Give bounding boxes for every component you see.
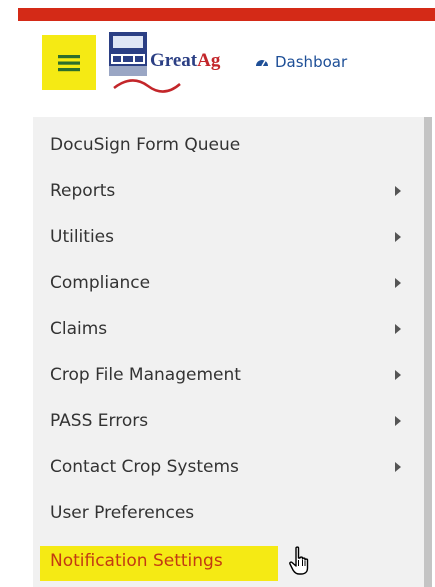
menu-item-utilities[interactable]: Utilities xyxy=(33,214,424,260)
menu-item-user-preferences[interactable]: User Preferences xyxy=(33,490,424,536)
menu-item-label: Notification Settings xyxy=(50,551,223,571)
menu-item-label: User Preferences xyxy=(50,503,195,523)
caret-right-icon xyxy=(395,462,401,472)
menu-item-compliance[interactable]: Compliance xyxy=(33,260,424,306)
caret-right-icon xyxy=(395,232,401,242)
dashboard-gauge-icon xyxy=(256,60,268,67)
menu-toggle-button[interactable] xyxy=(42,35,96,90)
hand-pointer-icon xyxy=(289,546,309,575)
dashboard-label: Dashboar xyxy=(275,53,348,71)
menu-item-label: Compliance xyxy=(50,273,151,293)
menu-item-docusign-form-queue[interactable]: DocuSign Form Queue xyxy=(33,122,424,168)
brand-name: GreatAg xyxy=(150,50,220,72)
menu-item-label: PASS Errors xyxy=(50,411,149,431)
caret-right-icon xyxy=(395,370,401,380)
menu-item-pass-errors[interactable]: PASS Errors xyxy=(33,398,424,444)
caret-right-icon xyxy=(395,324,401,334)
menu-item-label: Contact Crop Systems xyxy=(50,457,239,477)
menu-item-label: Reports xyxy=(50,181,116,201)
dashboard-link[interactable]: Dashboar xyxy=(255,53,347,71)
caret-right-icon xyxy=(395,278,401,288)
menu-item-label: Crop File Management xyxy=(50,365,241,385)
menu-item-notification-settings[interactable]: Notification Settings xyxy=(33,540,424,586)
hamburger-icon xyxy=(58,54,80,71)
menu-item-contact-crop-systems[interactable]: Contact Crop Systems xyxy=(33,444,424,490)
caret-right-icon xyxy=(395,416,401,426)
brand-name-part2: Ag xyxy=(197,50,221,71)
top-accent-bar xyxy=(18,8,435,21)
menu-item-reports[interactable]: Reports xyxy=(33,168,424,214)
brand-name-part1: Great xyxy=(150,50,198,71)
caret-right-icon xyxy=(395,186,401,196)
menu-item-crop-file-management[interactable]: Crop File Management xyxy=(33,352,424,398)
menu-item-label: Claims xyxy=(50,319,108,339)
menu-item-label: Utilities xyxy=(50,227,114,247)
main-menu-dropdown: DocuSign Form Queue Reports Utilities Co… xyxy=(33,117,432,587)
menu-item-claims[interactable]: Claims xyxy=(33,306,424,352)
menu-item-label: DocuSign Form Queue xyxy=(50,135,241,155)
